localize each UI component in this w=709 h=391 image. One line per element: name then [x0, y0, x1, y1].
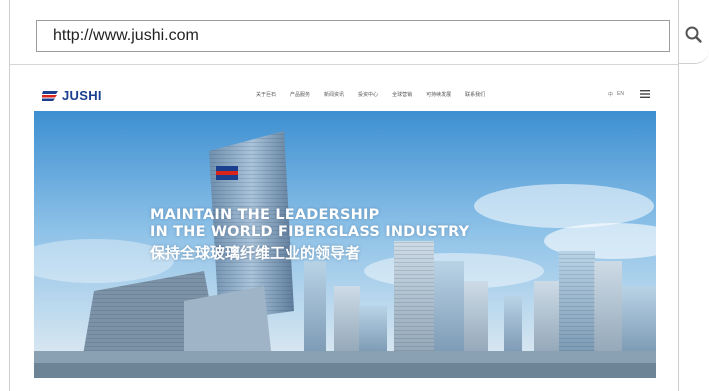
logo-text: JUSHI — [62, 88, 102, 103]
main-nav: 关于巨石 产品服务 新闻资讯 投资中心 全球营销 可持续发展 联系我们 — [256, 91, 485, 98]
lang-zh[interactable]: 中 — [608, 91, 613, 98]
nav-item-news[interactable]: 新闻资讯 — [324, 91, 344, 98]
language-switch: 中 EN — [608, 91, 624, 98]
nav-item-investors[interactable]: 投资中心 — [358, 91, 378, 98]
hero-line-3: 保持全球玻璃纤维工业的领导者 — [150, 244, 361, 262]
nav-item-contact[interactable]: 联系我们 — [465, 91, 485, 98]
hero-line-1: MAINTAIN THE LEADERSHIP — [150, 207, 380, 223]
hero-headline: MAINTAIN THE LEADERSHIP IN THE WORLD FIB… — [150, 207, 469, 263]
search-icon[interactable] — [684, 25, 704, 45]
hero-banner[interactable]: MAINTAIN THE LEADERSHIP IN THE WORLD FIB… — [34, 111, 656, 378]
hero-line-2: IN THE WORLD FIBERGLASS INDUSTRY — [150, 224, 470, 240]
nav-item-products[interactable]: 产品服务 — [290, 91, 310, 98]
nav-item-marketing[interactable]: 全球营销 — [392, 91, 412, 98]
web-page-viewport: JUSHI 关于巨石 产品服务 新闻资讯 投资中心 全球营销 可持续发展 联系我… — [34, 78, 656, 378]
address-bar[interactable]: http://www.jushi.com — [36, 20, 670, 52]
nav-item-sustainability[interactable]: 可持续发展 — [426, 91, 451, 98]
toolbar-divider — [9, 64, 679, 65]
site-header: JUSHI 关于巨石 产品服务 新闻资讯 投资中心 全球营销 可持续发展 联系我… — [34, 78, 656, 111]
logo-mark-icon — [42, 91, 58, 101]
nav-item-about[interactable]: 关于巨石 — [256, 91, 276, 98]
menu-icon[interactable] — [640, 90, 650, 98]
lang-en[interactable]: EN — [617, 91, 624, 98]
address-url: http://www.jushi.com — [53, 27, 199, 44]
jushi-logo[interactable]: JUSHI — [42, 88, 102, 103]
